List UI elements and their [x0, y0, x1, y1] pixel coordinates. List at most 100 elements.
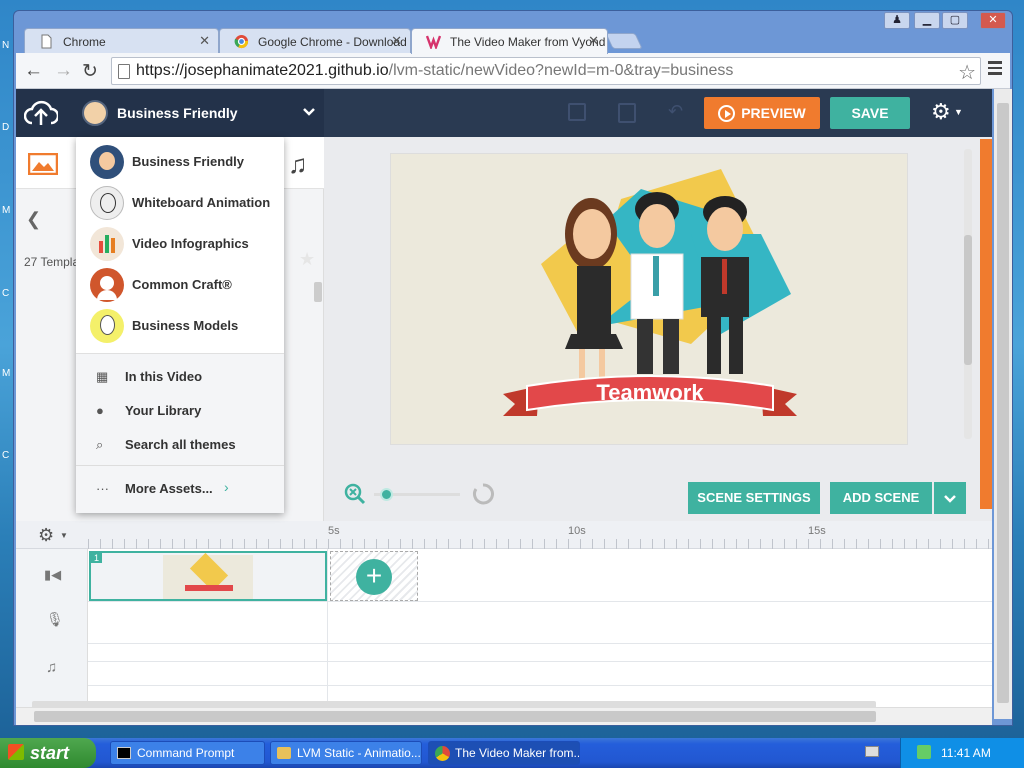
- tab-video-maker[interactable]: The Video Maker from Vyond ✕: [411, 28, 608, 54]
- maximize-button[interactable]: ▢: [942, 12, 968, 29]
- keyboard-icon[interactable]: [865, 746, 879, 757]
- taskbar: start Command Prompt LVM Static - Animat…: [0, 738, 1024, 768]
- play-icon: [718, 105, 736, 122]
- taskbar-lvm-static[interactable]: LVM Static - Animatio...: [270, 741, 422, 765]
- menu-in-this-video[interactable]: ▦ In this Video: [76, 359, 284, 393]
- image-icon[interactable]: [28, 153, 58, 175]
- chevron-down-icon[interactable]: ▼: [954, 107, 963, 117]
- close-tab-icon[interactable]: ✕: [391, 33, 402, 49]
- theme-option-business-friendly[interactable]: Business Friendly: [76, 141, 284, 182]
- tick-label: 15s: [808, 525, 826, 537]
- scene-thumbnail-image: [163, 552, 253, 599]
- page-icon: [41, 34, 52, 49]
- save-button[interactable]: SAVE: [830, 97, 910, 129]
- stage-area: Teamwork SCENE SETTINGS ADD SCENE: [324, 137, 992, 521]
- timeline-panel: ⚙ ▼ 5s 10s 15s ▮◀ 🎙 ♫ 1 +: [16, 521, 992, 719]
- clock[interactable]: 11:41 AM: [941, 746, 991, 760]
- chevron-right-icon: ›: [224, 479, 229, 495]
- side-accent-bar: [980, 139, 992, 509]
- back-arrow-icon[interactable]: ❮: [26, 209, 41, 230]
- toolbar: ← → ↻ https://josephanimate2021.github.i…: [16, 53, 1010, 89]
- tab-title: Google Chrome - Download t: [258, 35, 411, 49]
- back-icon[interactable]: ←: [24, 60, 43, 82]
- business-friendly-icon: [90, 145, 124, 179]
- zoom-slider[interactable]: [374, 488, 460, 501]
- film-icon: ▦: [96, 369, 109, 384]
- preview-button[interactable]: PREVIEW: [704, 97, 820, 129]
- close-tab-icon[interactable]: ✕: [588, 33, 599, 49]
- ellipsis-icon: ···: [96, 481, 109, 496]
- windows-logo-icon: [8, 744, 24, 760]
- reload-icon[interactable]: ↻: [82, 60, 98, 83]
- camera-icon: ▮◀: [44, 567, 62, 582]
- paste-icon[interactable]: [618, 103, 636, 123]
- network-icon[interactable]: [917, 745, 931, 759]
- timeline-ruler: ⚙ ▼ 5s 10s 15s: [16, 521, 992, 549]
- chrome-icon: [234, 34, 249, 49]
- whiteboard-icon: [90, 186, 124, 220]
- man-right-character: [701, 196, 749, 374]
- undo-icon[interactable]: ↶: [668, 101, 683, 122]
- menu-search-themes[interactable]: ⌕ Search all themes: [76, 427, 284, 461]
- close-tab-icon[interactable]: ✕: [199, 33, 210, 49]
- folder-icon: [277, 747, 291, 759]
- address-bar[interactable]: https://josephanimate2021.github.io/lvm-…: [111, 57, 981, 85]
- scene-canvas[interactable]: Teamwork: [390, 153, 908, 445]
- copy-icon[interactable]: [568, 103, 586, 121]
- scene-thumbnail[interactable]: 1: [89, 551, 327, 601]
- user-button[interactable]: ♟: [884, 12, 910, 29]
- zoom-reset-icon[interactable]: [344, 483, 366, 505]
- chrome-menu-icon[interactable]: [988, 61, 1002, 78]
- tab-chrome[interactable]: Chrome ✕: [24, 28, 219, 54]
- microphone-icon: 🎙: [46, 611, 64, 627]
- gear-icon[interactable]: ⚙: [931, 99, 951, 125]
- theme-dropdown-menu: Business Friendly Whiteboard Animation V…: [76, 137, 284, 513]
- theme-option-common-craft[interactable]: Common Craft®: [76, 264, 284, 305]
- add-scene-slot[interactable]: +: [330, 551, 418, 601]
- theme-option-whiteboard[interactable]: Whiteboard Animation: [76, 182, 284, 223]
- cmd-icon: [117, 747, 131, 759]
- scene-settings-button[interactable]: SCENE SETTINGS: [688, 482, 820, 514]
- music-icon: ♫: [46, 659, 58, 676]
- teamwork-illustration: Teamwork: [503, 169, 797, 416]
- horizontal-scrollbar[interactable]: [16, 707, 992, 725]
- scene-number: 1: [91, 553, 103, 563]
- music-icon[interactable]: ♫: [288, 149, 308, 180]
- gear-icon[interactable]: ⚙: [38, 525, 54, 546]
- vyond-icon: [426, 35, 441, 49]
- upload-icon[interactable]: [24, 99, 58, 127]
- url-text: https://josephanimate2021.github.io/lvm-…: [136, 62, 734, 79]
- page-scrollbar[interactable]: [994, 89, 1012, 719]
- chevron-down-icon[interactable]: [302, 107, 316, 117]
- bookmark-star-icon[interactable]: ☆: [958, 60, 976, 85]
- theme-avatar: [82, 100, 108, 126]
- star-icon[interactable]: ★: [299, 249, 315, 270]
- theme-selector-label[interactable]: Business Friendly: [117, 105, 238, 121]
- new-tab-button[interactable]: [605, 33, 643, 49]
- menu-your-library[interactable]: ● Your Library: [76, 393, 284, 427]
- chrome-icon: [435, 746, 450, 761]
- forward-icon[interactable]: →: [54, 60, 73, 82]
- templates-count: 27 Templa: [24, 255, 80, 269]
- scene-title-text: Teamwork: [596, 380, 704, 405]
- taskbar-video-maker[interactable]: The Video Maker from...: [428, 741, 580, 765]
- start-button[interactable]: start: [0, 738, 96, 768]
- infographics-icon: [90, 227, 124, 261]
- tab-title: Chrome: [63, 35, 106, 49]
- tab-title: The Video Maker from Vyond: [450, 35, 606, 49]
- add-scene-dropdown[interactable]: [934, 482, 966, 514]
- theme-option-business-models[interactable]: Business Models: [76, 305, 284, 346]
- tab-download[interactable]: Google Chrome - Download t ✕: [219, 28, 411, 54]
- tick-label: 5s: [328, 525, 340, 537]
- minimize-button[interactable]: ▁: [914, 12, 940, 29]
- close-window-button[interactable]: ✕: [980, 12, 1006, 29]
- sidebar-scrollbar[interactable]: [314, 282, 322, 302]
- canvas-scrollbar[interactable]: [964, 235, 972, 365]
- refresh-icon[interactable]: [472, 483, 494, 505]
- add-scene-button[interactable]: ADD SCENE: [830, 482, 932, 514]
- menu-more-assets[interactable]: ··· More Assets... ›: [76, 471, 284, 505]
- chevron-down-icon[interactable]: ▼: [60, 531, 68, 540]
- plus-icon: +: [356, 559, 392, 595]
- taskbar-command-prompt[interactable]: Command Prompt: [110, 741, 265, 765]
- theme-option-infographics[interactable]: Video Infographics: [76, 223, 284, 264]
